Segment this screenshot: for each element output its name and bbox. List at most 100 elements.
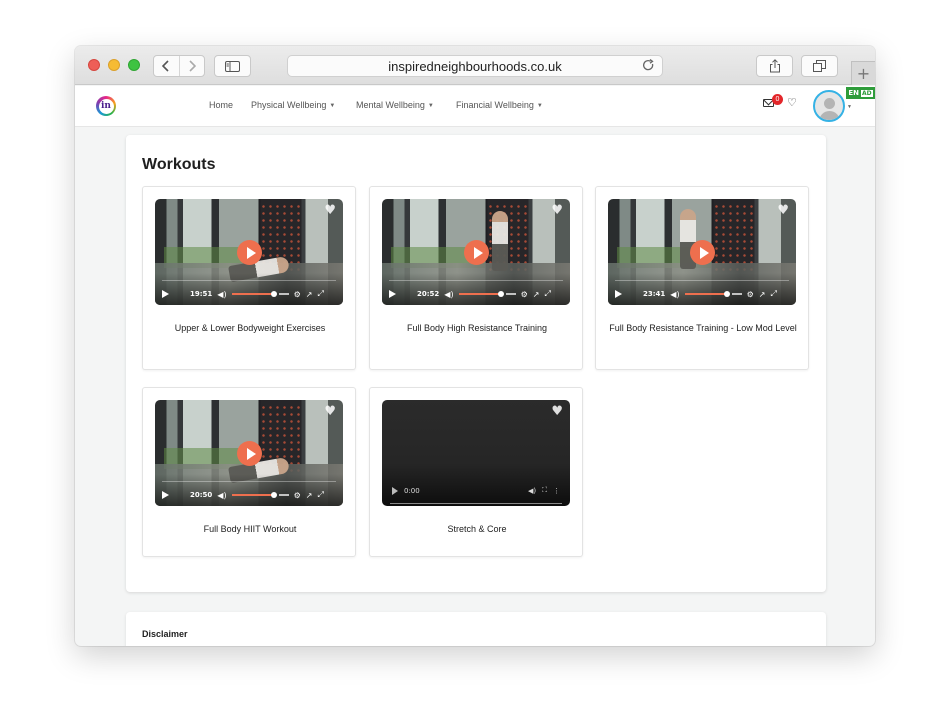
- video-controls: 20:50 ◀) ⚙ ↗ ⤢: [155, 489, 343, 501]
- workout-title[interactable]: Full Body High Resistance Training: [380, 322, 574, 335]
- video-controls: 0:00 ◀) ⛶ ⋮: [392, 486, 560, 495]
- favourite-heart-icon[interactable]: ♥: [551, 404, 563, 419]
- workout-card[interactable]: ♥ 23:41 ◀) ⚙ ↗ ⤢ Full Body Resistance Tr…: [595, 186, 809, 370]
- favourite-heart-icon[interactable]: ♥: [324, 203, 336, 218]
- settings-gear-icon[interactable]: ⚙: [294, 491, 301, 500]
- workout-title[interactable]: Upper & Lower Bodyweight Exercises: [153, 322, 347, 335]
- video-controls: 20:52 ◀) ⚙ ↗ ⤢: [382, 288, 570, 300]
- video-progress-track[interactable]: [389, 280, 563, 281]
- volume-icon[interactable]: ◀): [217, 491, 226, 500]
- workout-title[interactable]: Stretch & Core: [380, 523, 574, 536]
- nav-physical-wellbeing[interactable]: Physical Wellbeing ▼: [251, 100, 335, 110]
- favourites-heart-icon[interactable]: ♡: [787, 96, 797, 109]
- video-frame-person: [492, 211, 508, 271]
- external-link-icon[interactable]: ↗: [306, 491, 313, 500]
- volume-icon[interactable]: ◀): [528, 487, 536, 495]
- history-nav: [153, 55, 205, 77]
- video-player[interactable]: ♥ 20:50 ◀) ⚙ ↗ ⤢: [155, 400, 343, 506]
- video-current-time: 0:00: [404, 486, 420, 495]
- play-button[interactable]: [237, 240, 262, 265]
- video-duration: 19:51: [190, 290, 213, 298]
- video-player[interactable]: ♥ 0:00 ◀) ⛶ ⋮: [382, 400, 570, 506]
- language-code: EN: [848, 89, 859, 97]
- settings-gear-icon[interactable]: ⚙: [294, 290, 301, 299]
- site-header: in Home Physical Wellbeing ▼ Mental Wellb…: [75, 86, 875, 127]
- play-icon[interactable]: [615, 290, 622, 298]
- new-tab-button[interactable]: +: [851, 61, 875, 85]
- sidebar-icon: [225, 60, 240, 72]
- tab-overview-button[interactable]: [801, 55, 838, 77]
- workout-title[interactable]: Full Body HIIT Workout: [153, 523, 347, 536]
- workout-card[interactable]: ♥ 0:00 ◀) ⛶ ⋮ Stretch & Core: [369, 387, 583, 557]
- fullscreen-icon[interactable]: ⛶: [542, 486, 547, 495]
- favourite-heart-icon[interactable]: ♥: [777, 203, 789, 218]
- reload-icon[interactable]: [642, 59, 655, 72]
- nav-mental-wellbeing[interactable]: Mental Wellbeing ▼: [356, 100, 434, 110]
- play-button[interactable]: [690, 240, 715, 265]
- avatar-caret-icon[interactable]: ▼: [847, 104, 852, 110]
- play-icon[interactable]: [162, 290, 169, 298]
- volume-icon[interactable]: ◀): [444, 290, 453, 299]
- volume-slider[interactable]: [231, 492, 277, 498]
- video-duration: 23:41: [643, 290, 666, 298]
- workout-card[interactable]: ♥ 20:50 ◀) ⚙ ↗ ⤢ Full Body HIIT Workout: [142, 387, 356, 557]
- workout-card[interactable]: ♥ 19:51 ◀) ⚙ ↗ ⤢ Upper & Lower Bodyweigh…: [142, 186, 356, 370]
- minimize-window-button[interactable]: [108, 59, 120, 71]
- video-player[interactable]: ♥ 19:51 ◀) ⚙ ↗ ⤢: [155, 199, 343, 305]
- forward-button[interactable]: [178, 56, 204, 76]
- play-icon[interactable]: [392, 486, 398, 495]
- play-button[interactable]: [237, 441, 262, 466]
- sidebar-toggle-button[interactable]: [214, 55, 251, 77]
- share-icon: [769, 59, 780, 73]
- chevron-left-icon: [162, 60, 170, 72]
- close-window-button[interactable]: [88, 59, 100, 71]
- favourite-heart-icon[interactable]: ♥: [551, 203, 563, 218]
- nav-physical-wellbeing-label: Physical Wellbeing: [251, 100, 327, 110]
- settings-gear-icon[interactable]: ⚙: [521, 290, 528, 299]
- volume-slider[interactable]: [231, 291, 277, 297]
- address-bar[interactable]: inspiredneighbourhoods.co.uk: [287, 55, 663, 77]
- video-progress-track[interactable]: [162, 280, 336, 281]
- fullscreen-icon[interactable]: ⤢: [317, 289, 323, 299]
- settings-gear-icon[interactable]: ⚙: [747, 290, 754, 299]
- volume-slider-rest: [505, 293, 516, 295]
- caret-down-icon: ▼: [329, 103, 336, 109]
- favourite-heart-icon[interactable]: ♥: [324, 404, 336, 419]
- avatar-head: [824, 98, 835, 109]
- external-link-icon[interactable]: ↗: [759, 290, 766, 299]
- volume-slider[interactable]: [458, 291, 504, 297]
- video-progress-track[interactable]: [162, 481, 336, 482]
- workout-card[interactable]: ♥ 20:52 ◀) ⚙ ↗ ⤢ Full Body High Resistan…: [369, 186, 583, 370]
- external-link-icon[interactable]: ↗: [306, 290, 313, 299]
- video-progress-track[interactable]: [390, 503, 562, 504]
- url-text: inspiredneighbourhoods.co.uk: [388, 58, 562, 74]
- site-logo[interactable]: in: [96, 96, 116, 116]
- play-icon[interactable]: [389, 290, 396, 298]
- back-button[interactable]: [154, 56, 179, 76]
- volume-icon[interactable]: ◀): [670, 290, 679, 299]
- nav-home[interactable]: Home: [209, 100, 233, 110]
- zoom-window-button[interactable]: [128, 59, 140, 71]
- external-link-icon[interactable]: ↗: [533, 290, 540, 299]
- volume-slider-rest: [278, 293, 289, 295]
- workout-title[interactable]: Full Body Resistance Training - Low Mod …: [606, 322, 800, 335]
- fullscreen-icon[interactable]: ⤢: [770, 289, 776, 299]
- volume-slider-rest: [278, 494, 289, 496]
- play-button[interactable]: [464, 240, 489, 265]
- more-options-icon[interactable]: ⋮: [553, 487, 560, 495]
- fullscreen-icon[interactable]: ⤢: [544, 289, 550, 299]
- video-player[interactable]: ♥ 20:52 ◀) ⚙ ↗ ⤢: [382, 199, 570, 305]
- fullscreen-icon[interactable]: ⤢: [317, 490, 323, 500]
- play-icon[interactable]: [162, 491, 169, 499]
- video-player[interactable]: ♥ 23:41 ◀) ⚙ ↗ ⤢: [608, 199, 796, 305]
- video-progress-track[interactable]: [615, 280, 789, 281]
- volume-slider[interactable]: [684, 291, 730, 297]
- video-controls: 23:41 ◀) ⚙ ↗ ⤢: [608, 288, 796, 300]
- share-button[interactable]: [756, 55, 793, 77]
- volume-icon[interactable]: ◀): [217, 290, 226, 299]
- disclaimer-title: Disclaimer: [142, 629, 188, 639]
- video-duration: 20:52: [417, 290, 440, 298]
- user-avatar[interactable]: [813, 90, 845, 122]
- nav-financial-wellbeing[interactable]: Financial Wellbeing ▼: [456, 100, 543, 110]
- language-badge[interactable]: EN AD: [846, 87, 875, 99]
